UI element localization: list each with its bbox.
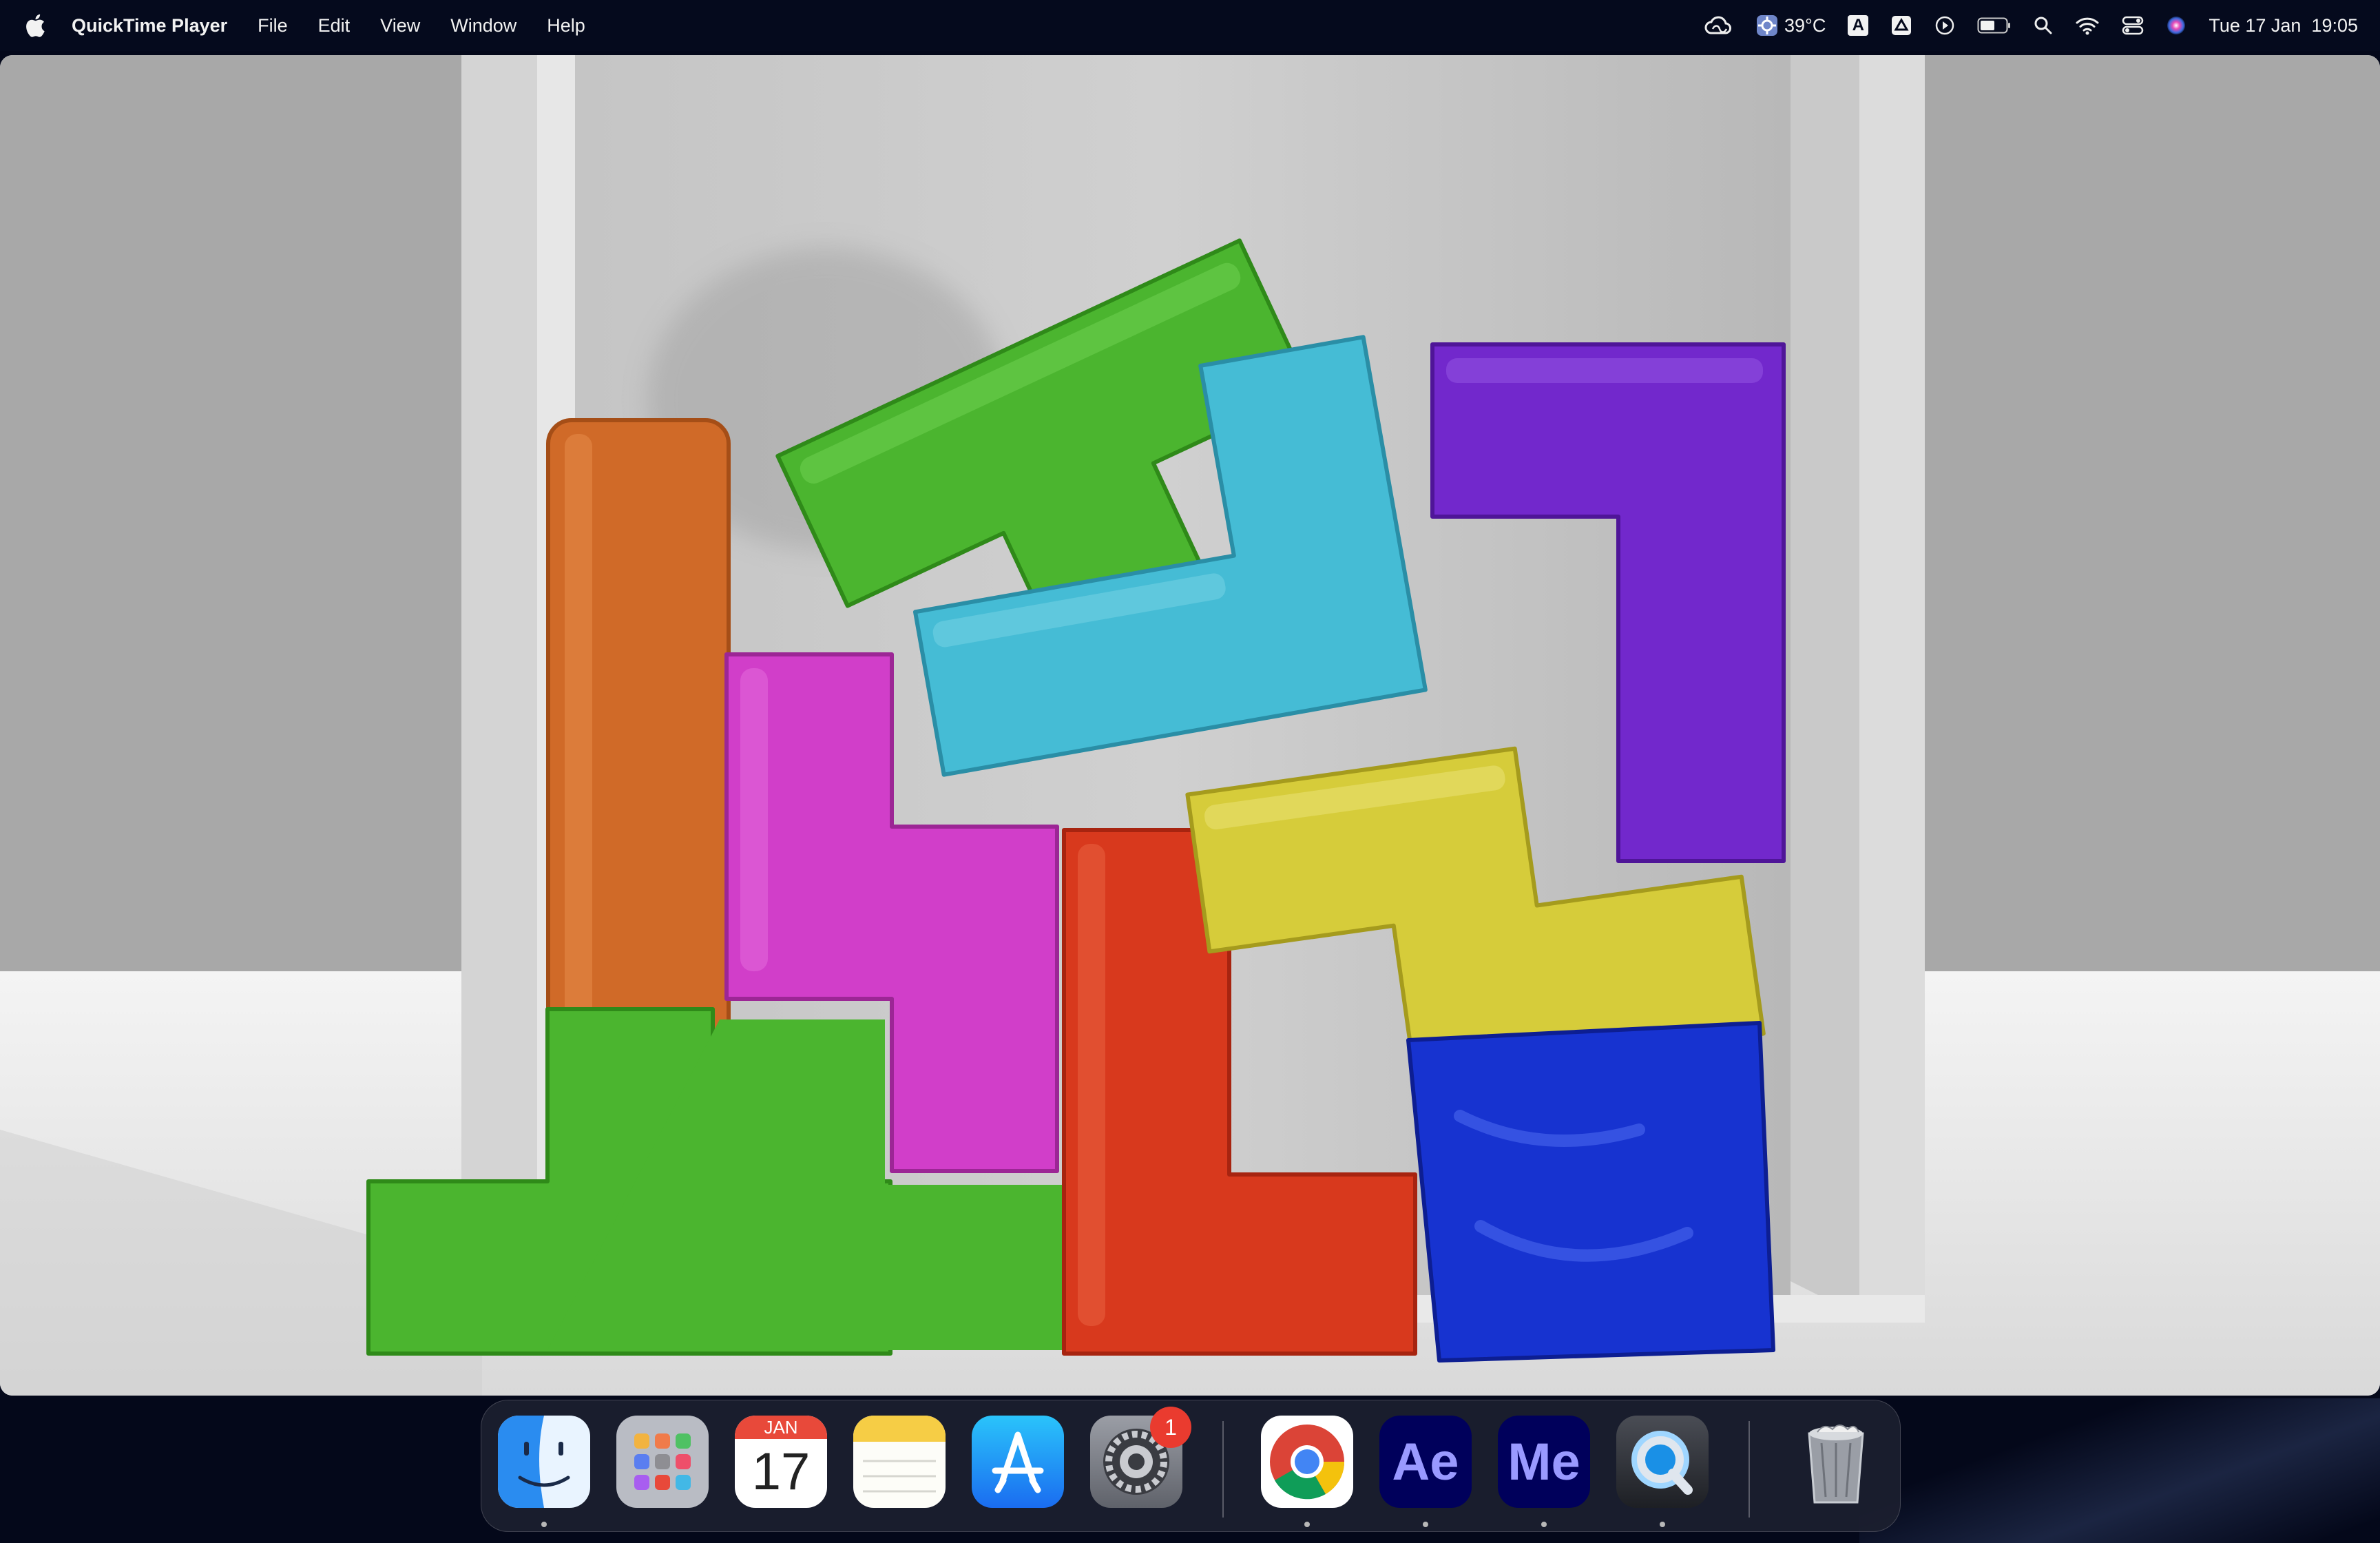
wifi-icon[interactable]: [2075, 16, 2100, 35]
media-encoder-label: Me: [1507, 1432, 1580, 1491]
calendar-month: JAN: [735, 1416, 827, 1439]
menu-help[interactable]: Help: [547, 15, 585, 37]
quicktime-running-indicator: [1660, 1522, 1665, 1527]
finder-icon: [498, 1416, 590, 1508]
screen-record-icon[interactable]: [1934, 15, 1955, 36]
after-effects-label: Ae: [1392, 1432, 1459, 1491]
notification-badge: 1: [1150, 1407, 1191, 1448]
trash-icon: [1808, 1425, 1864, 1504]
chrome-icon: [1270, 1425, 1345, 1500]
spotlight-search-icon[interactable]: [2034, 16, 2053, 35]
dock-trash[interactable]: [1790, 1416, 1882, 1508]
dock-chrome[interactable]: [1261, 1416, 1353, 1508]
launchpad-icon: [634, 1433, 691, 1490]
notes-icon: [853, 1416, 946, 1493]
quicktime-icon: [1631, 1431, 1693, 1495]
finder-running-indicator: [541, 1522, 547, 1527]
box-right-inner-wall: [1791, 55, 1859, 1316]
app-name-menu[interactable]: QuickTime Player: [72, 15, 227, 37]
dock-quicktime[interactable]: [1616, 1416, 1709, 1508]
chrome-running-indicator: [1304, 1522, 1310, 1527]
dock-finder[interactable]: [498, 1416, 590, 1508]
desktop-wallpaper-glow: [1859, 1398, 2380, 1543]
menu-bar: QuickTime Player File Edit View Window H…: [0, 0, 2380, 51]
dock-notes[interactable]: [853, 1416, 946, 1508]
dock-after-effects[interactable]: Ae: [1379, 1416, 1472, 1508]
menu-file[interactable]: File: [258, 15, 288, 37]
dock-separator: [1222, 1421, 1224, 1518]
weather-icon: [1757, 15, 1777, 36]
red-highlight: [1078, 844, 1105, 1326]
dock-media-encoder[interactable]: Me: [1498, 1416, 1590, 1508]
dock: JAN 17 Ae Me: [481, 1400, 1901, 1532]
creative-cloud-icon[interactable]: [1703, 15, 1733, 36]
control-center-icon[interactable]: [2122, 15, 2144, 36]
menu-view[interactable]: View: [380, 15, 420, 37]
box-right-frame: [1859, 55, 1925, 1316]
magenta-highlight: [740, 668, 768, 971]
weather-temperature: 39°C: [1784, 14, 1826, 36]
status-menu-area: 39°C A Tue 17 Jan 19:05: [1703, 0, 2358, 51]
siri-icon[interactable]: [2166, 15, 2186, 36]
dock-calendar[interactable]: JAN 17: [735, 1416, 827, 1508]
drive-icon[interactable]: [1890, 14, 1912, 37]
calendar-day: 17: [751, 1442, 811, 1501]
dock-launchpad[interactable]: [616, 1416, 709, 1508]
purple-highlight: [1446, 358, 1763, 383]
media-encoder-running-indicator: [1541, 1522, 1547, 1527]
menu-window[interactable]: Window: [450, 15, 516, 37]
box-left-frame: [461, 55, 537, 1323]
dock-app-store[interactable]: [972, 1416, 1064, 1508]
menu-edit[interactable]: Edit: [318, 15, 351, 37]
after-effects-running-indicator: [1423, 1522, 1428, 1527]
battery-icon[interactable]: [1977, 17, 2012, 34]
quicktime-player-window[interactable]: [0, 55, 2380, 1396]
video-frame[interactable]: [0, 55, 2380, 1396]
blue-o-block: [1406, 1021, 1775, 1363]
app-store-icon: [992, 1431, 1044, 1493]
apple-menu-icon[interactable]: [25, 12, 50, 39]
clock-datetime[interactable]: Tue 17 Jan 19:05: [2209, 15, 2358, 37]
dock-separator: [1749, 1421, 1750, 1518]
weather-widget[interactable]: 39°C: [1755, 14, 1826, 37]
input-source-icon[interactable]: A: [1848, 15, 1869, 36]
